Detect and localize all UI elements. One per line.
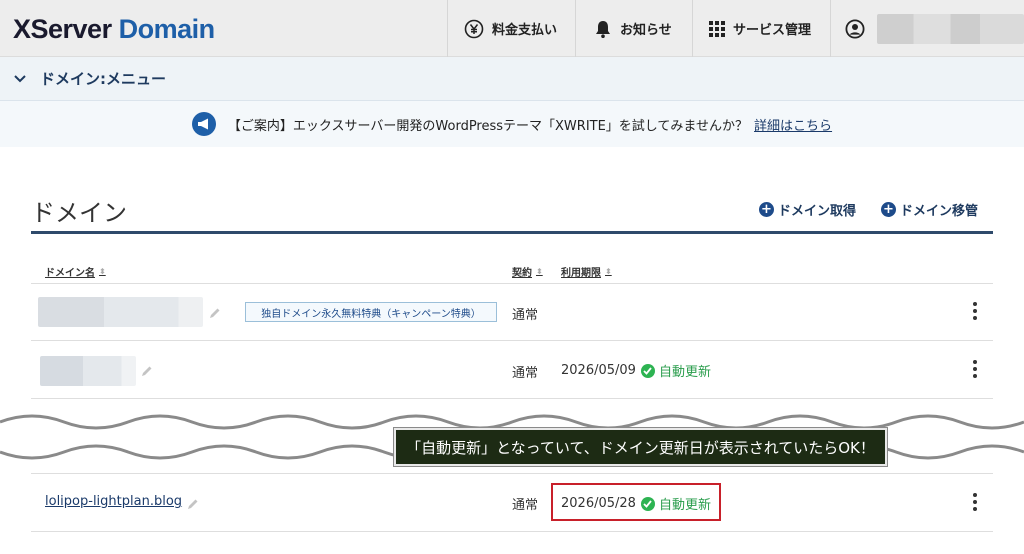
domain-menu-label: ドメイン:メニュー [40, 70, 166, 88]
transfer-domain-button[interactable]: + ドメイン移管 [881, 200, 978, 219]
row-divider [31, 531, 993, 532]
acquire-domain-button[interactable]: + ドメイン取得 [759, 200, 856, 219]
contract-type: 通常 [512, 308, 539, 323]
nav-user-account[interactable] [830, 0, 1024, 57]
campaign-badge: 独自ドメイン永久無料特典（キャンペーン特典） [245, 302, 497, 322]
nav-news[interactable]: お知らせ [575, 0, 692, 57]
xserver-domain-logo[interactable]: XServer Domain [13, 14, 215, 45]
plus-circle-icon: + [759, 202, 774, 217]
chevron-down-icon [14, 74, 26, 83]
nav-fees-label: 料金支払い [492, 23, 558, 38]
row-divider [31, 398, 993, 399]
plus-circle-icon: + [881, 202, 896, 217]
sort-icon: ⬍ [536, 267, 543, 276]
pencil-icon[interactable] [208, 305, 221, 324]
row-menu-kebab-icon[interactable] [969, 493, 981, 511]
contract-type: 通常 [512, 498, 539, 513]
highlight-box [551, 483, 721, 521]
logo-domain-text: Domain [118, 14, 216, 44]
row-divider [31, 283, 993, 284]
domain-menu-bar[interactable]: ドメイン:メニュー [0, 57, 1024, 101]
contract-type: 通常 [512, 366, 539, 381]
user-icon [845, 18, 865, 39]
column-header-contract[interactable]: 契約 ⬍ [512, 264, 543, 279]
expiry-date: 2026/05/09 [561, 363, 636, 378]
bell-icon [594, 19, 612, 39]
yen-icon [464, 19, 484, 39]
nav-services-label: サービス管理 [733, 23, 812, 38]
logo-text: XServer [13, 14, 112, 44]
column-header-expiry-label: 利用期限 [561, 268, 601, 279]
domain-name-redacted [40, 356, 136, 386]
domain-name-link[interactable]: lolipop-lightplan.blog [45, 494, 182, 509]
nav-news-label: お知らせ [620, 23, 672, 38]
nav-services[interactable]: サービス管理 [692, 0, 830, 57]
row-divider [31, 340, 993, 341]
nav-fees[interactable]: 料金支払い [447, 0, 575, 57]
header: XServer Domain 料金支払い お知らせ サービス管理 [0, 0, 1024, 57]
megaphone-icon [191, 112, 216, 136]
column-header-domain-label: ドメイン名 [45, 268, 95, 279]
column-header-expiry[interactable]: 利用期限 ⬍ [561, 264, 612, 279]
row-divider [31, 473, 993, 474]
notice-details-link[interactable]: 詳細はこちら [754, 115, 832, 134]
acquire-domain-label: ドメイン取得 [778, 204, 857, 219]
pencil-icon[interactable] [186, 496, 199, 515]
auto-renew-status: 自動更新 [658, 365, 711, 380]
column-header-contract-label: 契約 [512, 268, 532, 279]
page-title: ドメイン [31, 199, 127, 227]
pencil-icon[interactable] [140, 363, 153, 382]
sort-icon: ⬍ [99, 267, 106, 276]
expiry-cell: 2026/05/09 自動更新 [561, 361, 711, 380]
sort-icon: ⬍ [605, 267, 612, 276]
grid-icon [709, 20, 725, 37]
title-divider [31, 231, 993, 234]
domain-name-redacted [38, 297, 203, 327]
annotation-callout: 「自動更新」となっていて、ドメイン更新日が表示されていたらOK！ [393, 427, 888, 467]
transfer-domain-label: ドメイン移管 [900, 204, 979, 219]
column-header-domain[interactable]: ドメイン名 ⬍ [45, 264, 106, 279]
notice-banner: 【ご案内】エックスサーバー開発のWordPressテーマ「XWRITE」を試して… [0, 101, 1024, 147]
row-menu-kebab-icon[interactable] [969, 302, 981, 320]
user-name-redacted [877, 13, 1024, 44]
check-circle-icon [640, 363, 655, 378]
notice-text: 【ご案内】エックスサーバー開発のWordPressテーマ「XWRITE」を試して… [227, 118, 749, 134]
row-menu-kebab-icon[interactable] [969, 360, 981, 378]
